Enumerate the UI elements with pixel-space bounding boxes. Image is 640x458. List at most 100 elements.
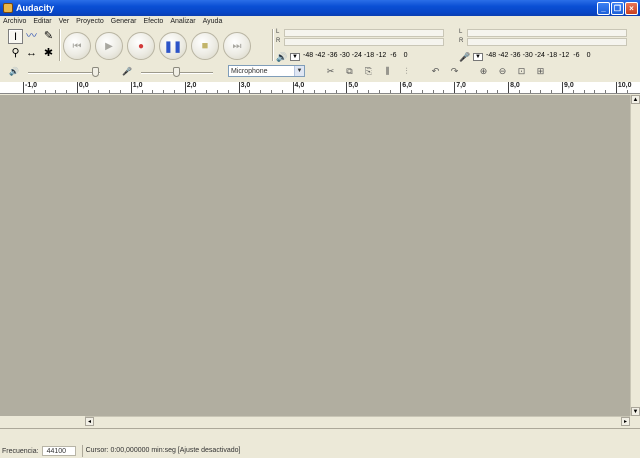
meter-tick: -12 xyxy=(376,52,387,59)
pause-button[interactable]: ❚❚ xyxy=(159,32,187,60)
ruler-minor-tick xyxy=(540,90,542,93)
ruler-minor-tick xyxy=(572,90,574,93)
menu-generar[interactable]: Generar xyxy=(111,18,137,25)
input-source-select[interactable]: Microphone ▼ xyxy=(228,65,305,77)
meter-scale: -48 -42 -36 -30 -24 -18 -12 -6 0 xyxy=(485,52,595,59)
meter-tick: -6 xyxy=(390,52,397,59)
playback-meter-dropdown[interactable]: ▼ xyxy=(290,53,300,61)
menu-bar: Archivo Editar Ver Proyecto Generar Efec… xyxy=(0,16,640,27)
ruler-minor-tick xyxy=(109,90,111,93)
ruler-minor-tick xyxy=(421,90,423,93)
speaker-icon: 🔊 xyxy=(276,52,288,62)
input-volume-icon: 🎤 xyxy=(122,67,132,76)
scroll-up-icon[interactable]: ▲ xyxy=(631,95,640,104)
meter-tick: -12 xyxy=(559,52,570,59)
input-volume-slider[interactable] xyxy=(173,67,180,77)
zoom-in-button[interactable]: ⊕ xyxy=(475,64,492,79)
track-panel[interactable] xyxy=(0,95,630,416)
ruler-minor-tick xyxy=(260,90,262,93)
menu-editar[interactable]: Editar xyxy=(33,18,51,25)
audacity-logo-icon xyxy=(3,3,13,13)
scroll-right-icon[interactable]: ▸ xyxy=(621,417,630,426)
ruler-minor-tick xyxy=(432,90,434,93)
selection-tool[interactable]: I xyxy=(8,29,23,44)
meter-right-bar xyxy=(467,38,627,46)
copy-button[interactable]: ⧉ xyxy=(341,64,358,79)
meter-right-label: R xyxy=(276,38,281,44)
input-source-value: Microphone xyxy=(231,68,268,75)
ruler-label: 1,0 xyxy=(132,82,143,89)
menu-ver[interactable]: Ver xyxy=(59,18,70,25)
vertical-scrollbar[interactable]: ▲ ▼ xyxy=(630,95,640,416)
chevron-down-icon: ▼ xyxy=(294,66,304,76)
output-volume-slider[interactable] xyxy=(92,67,100,77)
ruler-minor-tick xyxy=(314,90,316,93)
menu-ayuda[interactable]: Ayuda xyxy=(203,18,223,25)
ruler-label: 8,0 xyxy=(510,82,520,89)
ruler-minor-tick xyxy=(583,90,585,93)
menu-proyecto[interactable]: Proyecto xyxy=(76,18,104,25)
tools-toolbar: I 〰 ✎ ⚲ ↔ ✱ xyxy=(4,28,56,62)
timeline-ruler[interactable]: -1,0 0,0 1,0 2,0 3,0 4,0 5,0 6,0 7,0 8,0 9,0 10,0 xyxy=(0,82,640,94)
cut-button[interactable]: ✂ xyxy=(322,64,339,79)
ruler-minor-tick xyxy=(270,90,272,93)
meter-left-label: L xyxy=(459,29,463,35)
skip-start-button[interactable]: ⏮ xyxy=(63,32,91,60)
microphone-icon: 🎤 xyxy=(459,52,471,62)
ruler-minor-tick xyxy=(33,90,35,93)
ruler-minor-tick xyxy=(529,90,531,93)
ruler-minor-tick xyxy=(303,90,305,93)
output-volume-track[interactable] xyxy=(28,72,100,74)
menu-analizar[interactable]: Analizar xyxy=(170,18,195,25)
record-button[interactable]: ● xyxy=(127,32,155,60)
skip-end-button[interactable]: ⏭ xyxy=(223,32,251,60)
multi-tool[interactable]: ✱ xyxy=(41,46,56,61)
meter-tick: -30 xyxy=(522,52,533,59)
close-button[interactable]: × xyxy=(625,1,638,15)
draw-tool[interactable]: ✎ xyxy=(41,29,56,44)
trim-button[interactable]: ⫼ xyxy=(379,64,396,79)
ruler-minor-tick xyxy=(518,90,520,93)
paste-button[interactable]: ⎘ xyxy=(360,64,377,79)
meter-tick: 0 xyxy=(403,52,408,59)
ruler-minor-tick xyxy=(195,90,197,93)
horizontal-scrollbar[interactable]: ◂ ▸ xyxy=(85,416,630,426)
zoom-out-button[interactable]: ⊖ xyxy=(494,64,511,79)
meter-tick: -36 xyxy=(510,52,521,59)
ruler-major-tick xyxy=(292,82,294,93)
silence-button[interactable]: ⫶ xyxy=(398,64,415,79)
project-rate-label: Frecuencia: xyxy=(2,447,39,455)
timeshift-tool[interactable]: ↔ xyxy=(24,46,39,61)
scroll-left-icon[interactable]: ◂ xyxy=(85,417,94,426)
zoom-tool[interactable]: ⚲ xyxy=(8,46,23,61)
ruler-label: 9,0 xyxy=(564,82,574,89)
stop-button[interactable]: ■ xyxy=(191,32,219,60)
undo-button[interactable]: ↶ xyxy=(427,64,444,79)
play-button[interactable]: ▶ xyxy=(95,32,123,60)
meter-tick: -24 xyxy=(534,52,545,59)
menu-archivo[interactable]: Archivo xyxy=(3,18,26,25)
maximize-button[interactable]: ❐ xyxy=(611,1,624,15)
selection-bar xyxy=(0,428,640,444)
scroll-down-icon[interactable]: ▼ xyxy=(631,407,640,416)
envelope-tool[interactable]: 〰 xyxy=(24,29,39,44)
ruler-major-tick xyxy=(130,82,132,93)
ruler-major-tick xyxy=(615,82,617,93)
ruler-label: 6,0 xyxy=(402,82,413,89)
menu-efecto[interactable]: Efecto xyxy=(143,18,163,25)
project-rate-field[interactable]: 44100 xyxy=(41,446,76,456)
ruler-minor-tick xyxy=(497,90,499,93)
fit-project-button[interactable]: ⊞ xyxy=(532,64,549,79)
ruler-label: 3,0 xyxy=(240,82,251,89)
fit-selection-button[interactable]: ⊡ xyxy=(513,64,530,79)
ruler-minor-tick xyxy=(475,90,477,93)
record-meter-dropdown[interactable]: ▼ xyxy=(473,53,483,61)
window-title: Audacity xyxy=(16,3,55,13)
ruler-minor-tick xyxy=(594,90,596,93)
ruler-label: 0,0 xyxy=(78,82,89,89)
redo-button[interactable]: ↷ xyxy=(446,64,463,79)
ruler-minor-tick xyxy=(152,90,154,93)
toolbar-separator xyxy=(59,29,61,61)
minimize-button[interactable]: _ xyxy=(597,1,610,15)
meter-tick: -42 xyxy=(498,52,509,59)
